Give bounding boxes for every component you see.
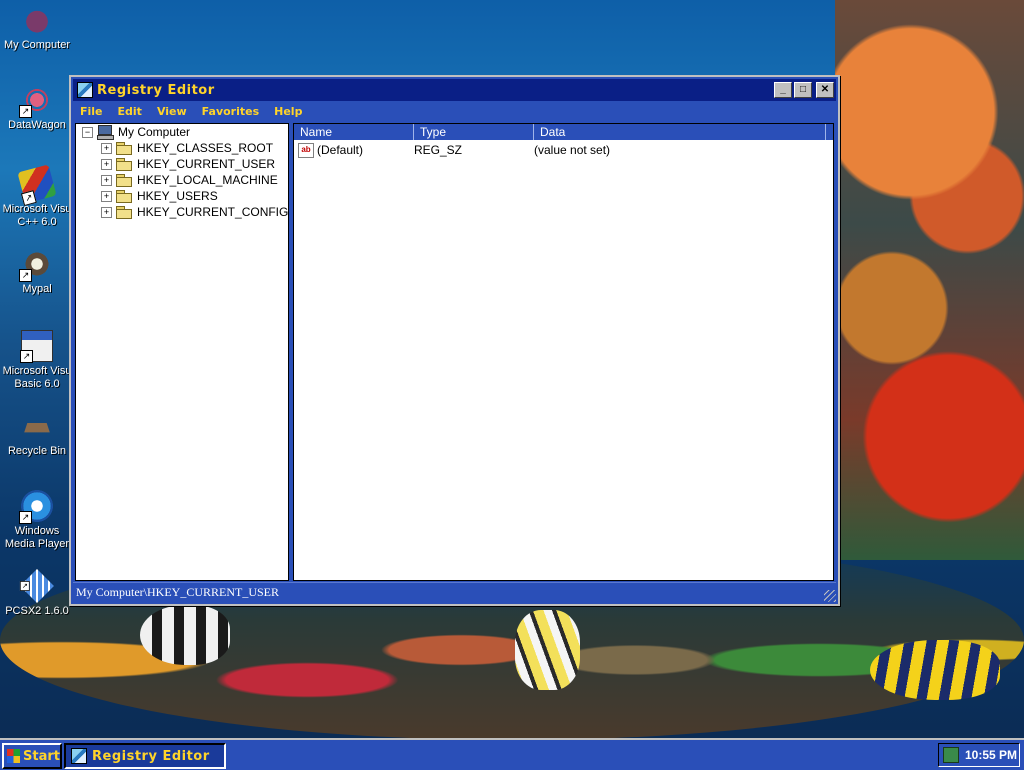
title-bar[interactable]: Registry Editor _ □ ✕ (73, 79, 836, 101)
windows-logo-icon (7, 749, 21, 763)
tree-item-hkey-current-user[interactable]: + HKEY_CURRENT_USER (101, 156, 275, 172)
yellow-fish (515, 610, 580, 690)
window-title: Registry Editor (97, 82, 215, 98)
desktop-icon-label: Recycle Bin (7, 445, 67, 457)
desktop-icon-label: PCSX2 1.6.0 (5, 605, 69, 617)
value-type: REG_SZ (414, 143, 463, 157)
tree-item-label: HKEY_CURRENT_USER (137, 157, 276, 171)
recycle-bin-icon (24, 422, 50, 433)
expand-toggle[interactable]: + (101, 190, 112, 202)
desktop-icon-label: Windows Media Player (4, 525, 70, 550)
desktop-icon-media-player[interactable]: ↗ Windows Media Player (0, 490, 74, 551)
tree-item-label: HKEY_CURRENT_CONFIG (137, 205, 289, 219)
menu-favorites[interactable]: Favorites (202, 105, 259, 118)
desktop-icon-label: My Computer (3, 39, 71, 51)
datawagon-shortcut-icon: ↗ (19, 84, 53, 118)
value-data: (value not set) (534, 143, 611, 157)
collapse-toggle[interactable]: − (82, 126, 93, 138)
desktop-icon-label: Microsoft Visu C++ 6.0 (2, 203, 72, 228)
tree-item-hkey-local-machine[interactable]: + HKEY_LOCAL_MACHINE (101, 172, 278, 188)
menu-help[interactable]: Help (274, 105, 302, 118)
tree-item-label: HKEY_LOCAL_MACHINE (137, 173, 278, 187)
system-tray: 10:55 PM (938, 743, 1020, 767)
menu-file[interactable]: File (80, 105, 103, 118)
desktop-icon-visual-basic[interactable]: ↗ Microsoft Visu Basic 6.0 (0, 330, 74, 391)
tree-item-label: HKEY_USERS (137, 189, 218, 203)
clock[interactable]: 10:55 PM (965, 748, 1017, 762)
menu-bar: File Edit View Favorites Help (73, 102, 836, 121)
striped-fish (140, 605, 230, 665)
desktop-icon-label: Mypal (22, 283, 52, 295)
desktop-icon-datawagon[interactable]: ↗ DataWagon (0, 84, 74, 132)
desktop-icon-mypal[interactable]: ↗ Mypal (0, 248, 74, 296)
resize-grip-icon[interactable] (824, 590, 836, 602)
start-label: Start (23, 748, 60, 764)
computer-icon (21, 4, 53, 36)
computer-icon (97, 125, 114, 140)
desktop-icon-recycle-bin[interactable]: Recycle Bin (0, 410, 74, 458)
column-headers: Name Type Data (294, 124, 833, 140)
registry-editor-app-icon (77, 82, 93, 98)
registry-editor-window[interactable]: Registry Editor _ □ ✕ File Edit View Fav… (69, 75, 840, 606)
visual-basic-shortcut-icon: ↗ (20, 330, 53, 363)
minimize-button[interactable]: _ (774, 82, 792, 98)
registry-tree-pane[interactable]: − My Computer + HKEY_CLASSES_ROOT + HKEY… (75, 123, 289, 581)
start-button[interactable]: Start (2, 743, 62, 769)
table-row[interactable]: ab (Default) REG_SZ (value not set) (298, 142, 794, 158)
shortcut-arrow-icon: ↗ (19, 581, 30, 591)
folder-open-icon (116, 158, 132, 171)
column-header-type[interactable]: Type (414, 124, 534, 140)
folder-icon (116, 174, 132, 187)
maximize-button[interactable]: □ (794, 82, 812, 98)
expand-toggle[interactable]: + (101, 174, 112, 186)
menu-view[interactable]: View (157, 105, 187, 118)
folder-icon (116, 190, 132, 203)
expand-toggle[interactable]: + (101, 158, 112, 170)
shortcut-arrow-icon: ↗ (19, 105, 32, 118)
desktop-icon-my-computer[interactable]: My Computer (0, 4, 74, 52)
taskbar: Start Registry Editor 10:55 PM (0, 738, 1024, 770)
expand-toggle[interactable]: + (101, 142, 112, 154)
tree-item-my-computer[interactable]: − My Computer (82, 124, 190, 140)
taskbar-button-label: Registry Editor (92, 748, 210, 764)
taskbar-button-registry-editor[interactable]: Registry Editor (64, 743, 226, 769)
coral-reef-right (835, 0, 1024, 560)
desktop-icon-visual-cpp[interactable]: ↗ Microsoft Visu C++ 6.0 (0, 164, 74, 229)
registry-editor-app-icon (71, 748, 87, 764)
pcsx2-shortcut-icon: ↗ (19, 569, 54, 603)
network-tray-icon[interactable] (943, 747, 959, 763)
mypal-browser-shortcut-icon: ↗ (19, 248, 53, 282)
desktop-icon-label: DataWagon (8, 119, 66, 131)
registry-values-pane[interactable]: Name Type Data ab (Default) REG_SZ (valu… (293, 123, 834, 581)
tree-item-label: HKEY_CLASSES_ROOT (137, 141, 274, 155)
column-header-data[interactable]: Data (534, 124, 826, 140)
desktop-icon-label: Microsoft Visu Basic 6.0 (2, 365, 72, 390)
desktop-icon-pcsx2[interactable]: ↗ PCSX2 1.6.0 (0, 569, 74, 618)
yellow-striped-fish (870, 640, 1000, 700)
shortcut-arrow-icon: ↗ (20, 350, 33, 363)
expand-toggle[interactable]: + (101, 206, 112, 218)
value-name-cell: ab (Default) (298, 142, 414, 158)
close-button[interactable]: ✕ (816, 82, 834, 98)
visual-cpp-shortcut-icon: ↗ (17, 164, 57, 207)
tree-item-label: My Computer (118, 125, 191, 139)
tree-item-hkey-classes-root[interactable]: + HKEY_CLASSES_ROOT (101, 140, 273, 156)
shortcut-arrow-icon: ↗ (19, 511, 32, 524)
folder-icon (116, 142, 132, 155)
shortcut-arrow-icon: ↗ (19, 269, 32, 282)
menu-edit[interactable]: Edit (118, 105, 142, 118)
string-value-icon: ab (298, 142, 314, 158)
tree-item-hkey-current-config[interactable]: + HKEY_CURRENT_CONFIG (101, 204, 288, 220)
media-player-shortcut-icon: ↗ (19, 490, 53, 524)
status-bar: My Computer\HKEY_CURRENT_USER (73, 582, 836, 601)
window-controls: _ □ ✕ (774, 82, 834, 98)
column-header-name[interactable]: Name (294, 124, 414, 140)
value-name: (Default) (317, 143, 364, 157)
tree-item-hkey-users[interactable]: + HKEY_USERS (101, 188, 218, 204)
folder-icon (116, 206, 132, 219)
